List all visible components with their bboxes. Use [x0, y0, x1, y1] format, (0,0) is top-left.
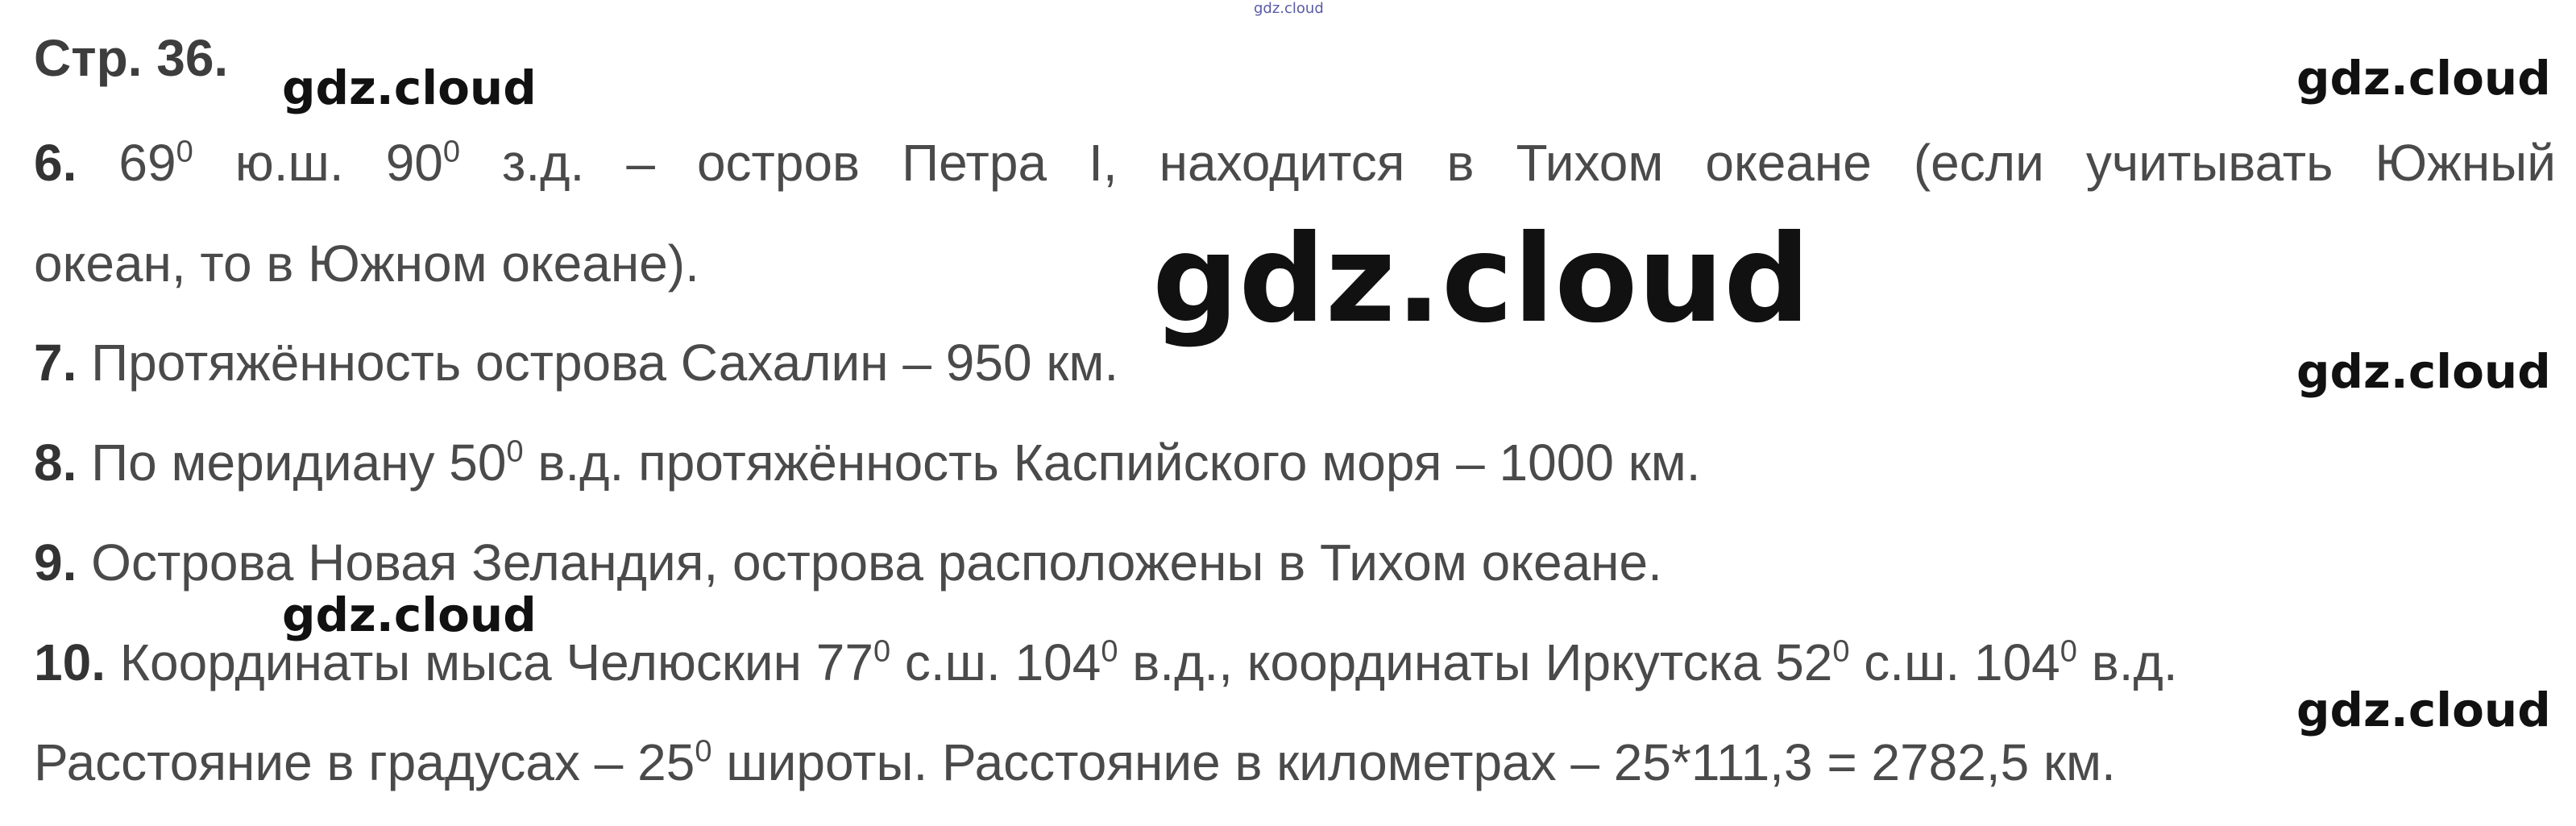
page-label: Стр. 36.: [34, 29, 229, 87]
answer-number: 9.: [34, 533, 77, 591]
watermark: gdz.cloud: [282, 587, 537, 642]
answer-10-line-1: 10. Координаты мыса Челюскин 770 с.ш. 10…: [34, 633, 2178, 691]
watermark: gdz.cloud: [2296, 344, 2551, 399]
watermark: gdz.cloud: [2296, 683, 2551, 737]
answer-number: 7.: [34, 334, 77, 392]
watermark-big: gdz.cloud: [1152, 210, 1811, 350]
answer-6-line-1: 6. 690 ю.ш. 900 з.д. – остров Петра I, н…: [34, 134, 2557, 192]
answer-number: 8.: [34, 434, 77, 492]
watermark: gdz.cloud: [282, 60, 537, 115]
answer-6-line-2: океан, то в Южном океане).: [34, 235, 699, 293]
answer-number: 6.: [34, 134, 77, 192]
watermark-tiny: gdz.cloud: [1254, 0, 1324, 17]
answer-8: 8. По меридиану 500 в.д. протяжённость К…: [34, 434, 1701, 492]
document-page: gdz.cloud Стр. 36. 6. 690 ю.ш. 900 з.д. …: [0, 0, 2576, 826]
answer-7: 7. Протяжённость острова Сахалин – 950 к…: [34, 334, 1119, 392]
answer-number: 10.: [34, 633, 106, 691]
answer-9: 9. Острова Новая Зеландия, острова распо…: [34, 533, 1662, 591]
answer-10-line-2: Расстояние в градусах – 250 широты. Расс…: [34, 733, 2116, 791]
watermark: gdz.cloud: [2296, 51, 2551, 106]
